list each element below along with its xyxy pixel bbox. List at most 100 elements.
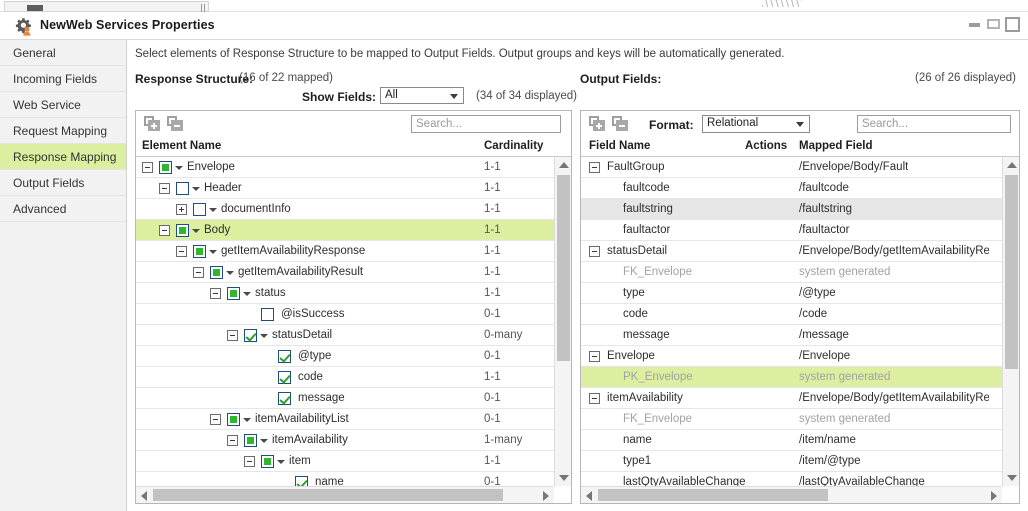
maximize-icon[interactable] (1005, 17, 1020, 32)
tree-row[interactable]: @type 0-1 (136, 346, 554, 367)
tree-row[interactable]: item 1-1 (136, 451, 554, 472)
collapse-node-icon[interactable] (159, 183, 170, 194)
collapse-node-icon[interactable] (176, 246, 187, 257)
collapse-node-icon[interactable] (227, 330, 238, 341)
sidebar-item-advanced[interactable]: Advanced (0, 196, 126, 222)
chevron-down-icon[interactable] (243, 292, 251, 296)
element-checkbox[interactable] (278, 350, 291, 363)
scroll-right-icon[interactable] (543, 491, 549, 501)
element-checkbox[interactable] (244, 434, 257, 447)
element-checkbox[interactable] (159, 161, 172, 174)
chevron-down-icon[interactable] (226, 271, 234, 275)
left-vertical-scrollbar[interactable] (554, 157, 571, 486)
sidebar-item-output-fields[interactable]: Output Fields (0, 170, 126, 196)
scroll-up-icon[interactable] (559, 162, 569, 168)
element-checkbox[interactable] (210, 266, 223, 279)
scroll-left-icon[interactable] (141, 491, 147, 501)
element-checkbox[interactable] (244, 329, 257, 342)
sidebar-item-general[interactable]: General (0, 40, 126, 66)
tree-row[interactable]: itemAvailabilityList 0-1 (136, 409, 554, 430)
output-fields-list[interactable]: FaultGroup/Envelope/Body/Fault faultcode /… (581, 157, 1002, 486)
tree-row[interactable]: code 1-1 (136, 367, 554, 388)
expand-all-icon[interactable] (589, 116, 606, 132)
tree-row[interactable]: Body 1-1 (136, 220, 554, 241)
sidebar-item-web-service[interactable]: Web Service (0, 92, 126, 118)
right-vscroll-thumb[interactable] (1005, 175, 1018, 369)
output-field-row[interactable]: name/item/name (581, 430, 1002, 451)
chevron-down-icon[interactable] (260, 334, 268, 338)
collapse-node-icon[interactable] (589, 246, 600, 257)
output-field-row[interactable]: faultactor/faultactor (581, 220, 1002, 241)
expand-all-icon[interactable] (144, 116, 161, 132)
scroll-left-icon[interactable] (586, 491, 592, 501)
output-field-row[interactable]: FK_Envelope system generated (581, 409, 1002, 430)
show-fields-select[interactable]: All (380, 87, 464, 104)
tree-row[interactable]: documentInfo 1-1 (136, 199, 554, 220)
output-field-row[interactable]: message/message (581, 325, 1002, 346)
output-field-row[interactable]: Envelope/Envelope (581, 346, 1002, 367)
sidebar-item-response-mapping[interactable]: Response Mapping (0, 144, 126, 170)
left-vscroll-thumb[interactable] (557, 175, 570, 361)
chevron-down-icon[interactable] (192, 229, 200, 233)
output-field-row[interactable]: lastQtyAvailableChange/lastQtyAvailableC… (581, 472, 1002, 486)
collapse-node-icon[interactable] (193, 267, 204, 278)
element-checkbox[interactable] (193, 203, 206, 216)
right-hscroll-thumb[interactable] (598, 489, 828, 501)
output-field-row[interactable]: type1/item/@type (581, 451, 1002, 472)
scroll-down-icon[interactable] (1007, 475, 1017, 481)
chevron-down-icon[interactable] (209, 208, 217, 212)
chevron-down-icon[interactable] (192, 187, 200, 191)
tree-row[interactable]: getItemAvailabilityResult 1-1 (136, 262, 554, 283)
element-checkbox[interactable] (176, 182, 189, 195)
sidebar-item-incoming-fields[interactable]: Incoming Fields (0, 66, 126, 92)
restore-icon[interactable] (987, 19, 1000, 29)
left-search-input[interactable]: Search... (411, 115, 561, 133)
output-field-row[interactable]: faultstring/faultstring (581, 199, 1002, 220)
background-window-tab[interactable] (4, 1, 209, 12)
tree-row[interactable]: name 0-1 (136, 472, 554, 486)
expand-node-icon[interactable] (176, 204, 187, 215)
element-checkbox[interactable] (227, 413, 240, 426)
element-checkbox[interactable] (278, 371, 291, 384)
element-checkbox[interactable] (295, 476, 308, 486)
collapse-all-icon[interactable] (612, 116, 629, 132)
collapse-node-icon[interactable] (227, 435, 238, 446)
scroll-up-icon[interactable] (1007, 162, 1017, 168)
response-structure-tree[interactable]: Envelope 1-1 Header 1-1 documentInfo 1-1 Body 1… (136, 157, 554, 486)
right-vertical-scrollbar[interactable] (1002, 157, 1019, 486)
chevron-down-icon[interactable] (209, 250, 217, 254)
output-field-row[interactable]: itemAvailability/Envelope/Body/getItemAv… (581, 388, 1002, 409)
element-checkbox[interactable] (261, 455, 274, 468)
element-checkbox[interactable] (261, 308, 274, 321)
left-horizontal-scrollbar[interactable] (136, 486, 554, 503)
chevron-down-icon[interactable] (277, 460, 285, 464)
chevron-down-icon[interactable] (175, 166, 183, 170)
output-field-row[interactable]: FaultGroup/Envelope/Body/Fault (581, 157, 1002, 178)
element-checkbox[interactable] (193, 245, 206, 258)
right-search-input[interactable]: Search... (857, 115, 1011, 133)
tree-row[interactable]: itemAvailability 1-many (136, 430, 554, 451)
collapse-node-icon[interactable] (210, 288, 221, 299)
output-field-row[interactable]: faultcode/faultcode (581, 178, 1002, 199)
collapse-node-icon[interactable] (589, 351, 600, 362)
chevron-down-icon[interactable] (260, 439, 268, 443)
collapse-node-icon[interactable] (159, 225, 170, 236)
collapse-node-icon[interactable] (589, 162, 600, 173)
output-field-row[interactable]: code/code (581, 304, 1002, 325)
minimize-icon[interactable] (969, 23, 980, 27)
scroll-right-icon[interactable] (991, 491, 997, 501)
scroll-down-icon[interactable] (559, 475, 569, 481)
collapse-node-icon[interactable] (589, 393, 600, 404)
right-horizontal-scrollbar[interactable] (581, 486, 1002, 503)
chevron-down-icon[interactable] (243, 418, 251, 422)
tree-row[interactable]: message 0-1 (136, 388, 554, 409)
sidebar-item-request-mapping[interactable]: Request Mapping (0, 118, 126, 144)
output-field-row[interactable]: statusDetail/Envelope/Body/getItemAvaila… (581, 241, 1002, 262)
element-checkbox[interactable] (176, 224, 189, 237)
tree-row[interactable]: status 1-1 (136, 283, 554, 304)
tree-row[interactable]: getItemAvailabilityResponse 1-1 (136, 241, 554, 262)
output-field-row[interactable]: FK_Envelope system generated (581, 262, 1002, 283)
tab-grip-icon[interactable] (201, 4, 205, 12)
collapse-node-icon[interactable] (210, 414, 221, 425)
tree-row[interactable]: @isSuccess 0-1 (136, 304, 554, 325)
